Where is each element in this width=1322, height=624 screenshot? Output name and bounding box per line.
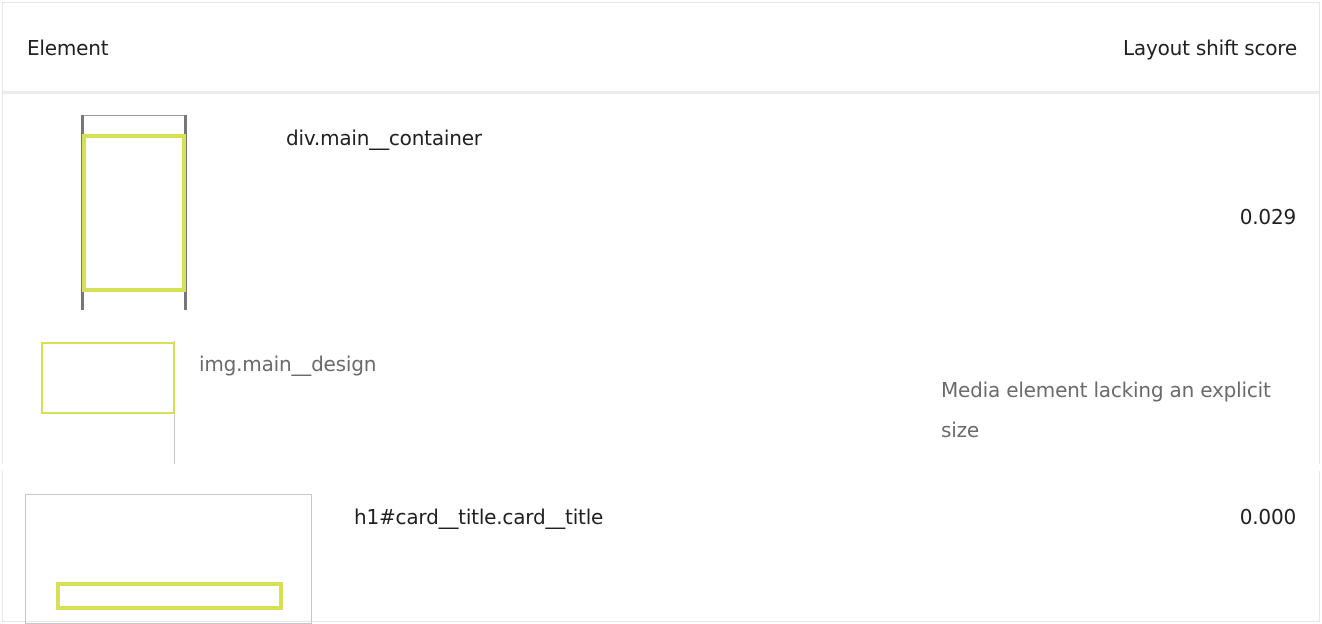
column-header-element: Element (27, 36, 109, 60)
element-thumbnail-main-design[interactable] (41, 341, 175, 464)
element-highlight-box (56, 582, 283, 610)
layout-shift-score: 0.000 (1239, 505, 1296, 529)
element-highlight-box (82, 134, 186, 292)
element-selector[interactable]: h1#card__title.card__title (354, 505, 603, 529)
layout-shift-score: 0.029 (1239, 205, 1296, 229)
shift-cause-note: Media element lacking an explicit size (941, 378, 1271, 442)
table-header: Element Layout shift score (3, 3, 1319, 94)
sub-item-selector[interactable]: img.main__design (199, 352, 376, 376)
element-thumbnail-main-container[interactable] (81, 115, 187, 310)
element-thumbnail-card-title[interactable] (25, 494, 312, 624)
column-header-score: Layout shift score (1122, 36, 1297, 60)
element-highlight-box (41, 342, 175, 414)
element-selector[interactable]: div.main__container (286, 126, 482, 150)
